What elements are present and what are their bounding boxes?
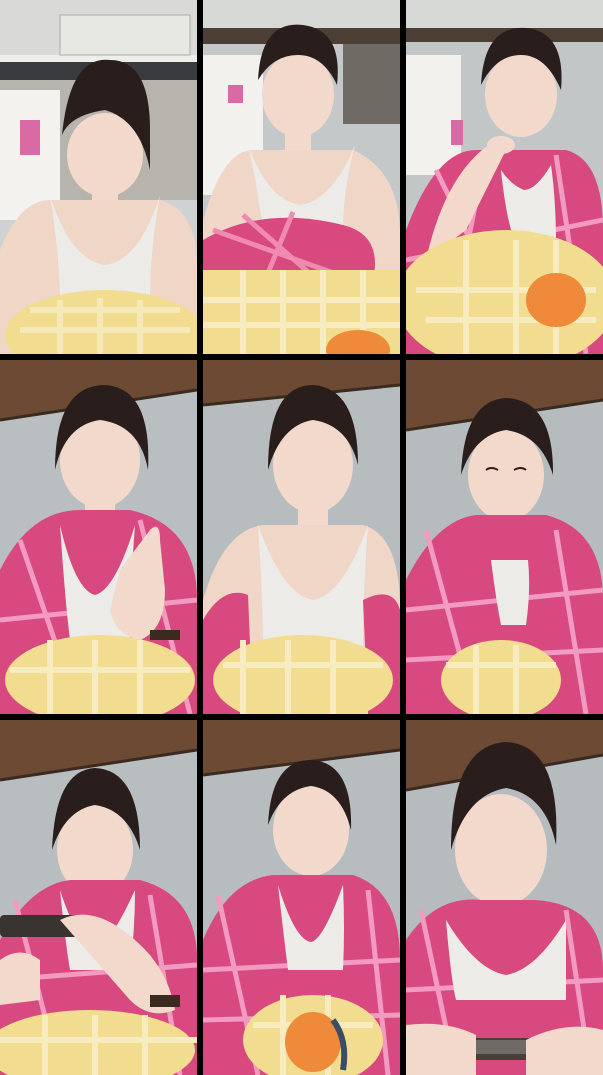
photo-tile-2[interactable] <box>203 0 400 354</box>
photo-tile-1[interactable] <box>0 0 197 354</box>
photo-collage <box>0 0 603 1075</box>
photo-tile-7[interactable] <box>0 720 197 1075</box>
photo-tile-3[interactable] <box>406 0 603 354</box>
photo-tile-9[interactable] <box>406 720 603 1075</box>
photo-tile-4[interactable] <box>0 360 197 714</box>
photo-tile-8[interactable] <box>203 720 400 1075</box>
photo-tile-5[interactable] <box>203 360 400 714</box>
photo-tile-6[interactable] <box>406 360 603 714</box>
